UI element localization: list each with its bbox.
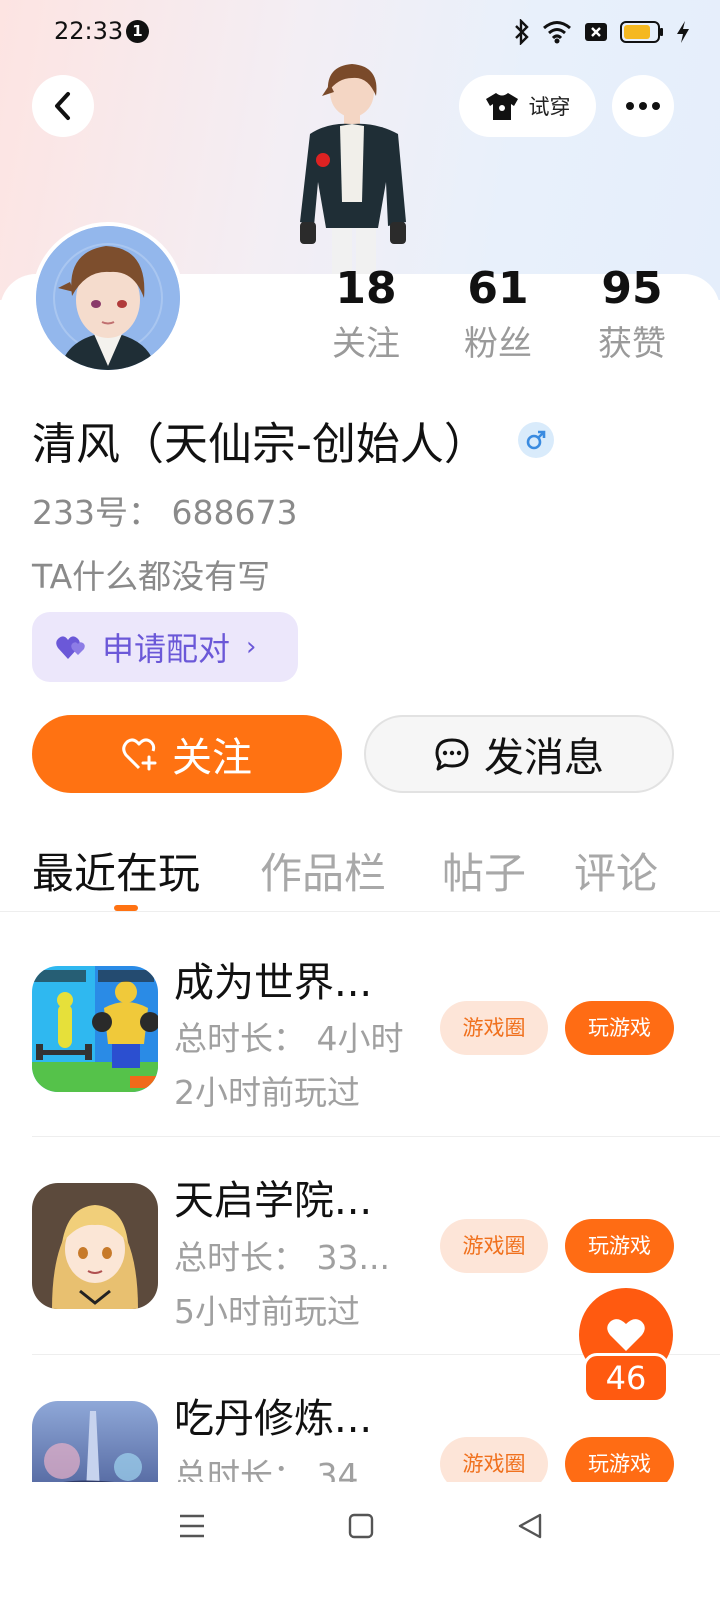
- sim-off-icon: [585, 23, 607, 41]
- send-message-label: 发消息: [484, 735, 604, 781]
- notification-count-badge: 1: [126, 20, 149, 43]
- more-button[interactable]: [612, 75, 674, 137]
- stat-following-value: 18: [335, 263, 397, 314]
- tab-comments[interactable]: 评论: [574, 840, 658, 901]
- stat-likes-value: 95: [601, 263, 663, 314]
- system-navigation-bar: [0, 1482, 720, 1600]
- male-icon: [517, 422, 554, 458]
- follow-button[interactable]: 关注: [32, 715, 342, 793]
- home-square-icon[interactable]: [341, 1506, 381, 1546]
- profile-screen: 22:33 1 试穿 18 关注 61 粉丝 95 获赞 清风（天仙宗-创始人）…: [0, 0, 720, 1600]
- charging-icon: [677, 21, 689, 43]
- stat-likes-label: 获赞: [598, 324, 666, 364]
- request-pair-label: 申请配对: [102, 630, 231, 668]
- chevron-right-icon: ›: [246, 632, 257, 662]
- avatar-image: [36, 226, 180, 370]
- game-total-time: 总时长： 33...: [174, 1238, 390, 1277]
- request-pair-button[interactable]: 申请配对 ›: [32, 612, 298, 682]
- battery-icon: [620, 21, 663, 43]
- game-title: 吃丹修炼...: [174, 1396, 373, 1442]
- follow-label: 关注: [172, 735, 252, 781]
- character-figure: [300, 64, 406, 274]
- stat-followers-label: 粉丝: [464, 324, 532, 364]
- game-total-time: 总时长： 4小时: [174, 1019, 404, 1058]
- tshirt-icon: [485, 93, 518, 120]
- game-icon: [32, 1401, 158, 1482]
- game-circle-button[interactable]: 游戏圈: [440, 1219, 548, 1273]
- more-dots-icon: [626, 102, 660, 110]
- stat-following-label: 关注: [332, 324, 400, 364]
- bluetooth-icon: [515, 19, 529, 45]
- game-total-time: 总时长： 34...: [174, 1456, 390, 1482]
- status-icons: [514, 18, 690, 46]
- chevron-left-icon: [55, 92, 70, 120]
- game-circle-button[interactable]: 游戏圈: [440, 1437, 548, 1482]
- play-game-button[interactable]: 玩游戏: [565, 1001, 674, 1055]
- send-message-button[interactable]: 发消息: [364, 715, 674, 793]
- user-bio: TA什么都没有写: [32, 557, 271, 596]
- play-game-button[interactable]: 玩游戏: [565, 1219, 674, 1273]
- stat-following[interactable]: 18 关注: [311, 262, 421, 366]
- profile-name: 清风（天仙宗-创始人）: [32, 419, 488, 470]
- back-button[interactable]: [32, 75, 94, 137]
- game-last-played: 5小时前玩过: [174, 1292, 360, 1331]
- game-circle-button[interactable]: 游戏圈: [440, 1001, 548, 1055]
- tab-recently-played[interactable]: 最近在玩: [32, 840, 200, 901]
- game-title: 成为世界...: [174, 960, 373, 1006]
- game-row[interactable]: 成为世界... 总时长： 4小时 2小时前玩过 游戏圈 玩游戏: [0, 912, 720, 1130]
- status-bar: 22:33 1: [0, 0, 720, 64]
- stat-followers-value: 61: [467, 263, 529, 314]
- game-icon: [32, 1183, 158, 1309]
- chat-bubble-icon: [435, 738, 469, 771]
- wifi-icon: [543, 21, 571, 44]
- stat-followers[interactable]: 61 粉丝: [443, 262, 553, 366]
- avatar[interactable]: [32, 222, 184, 374]
- stat-likes[interactable]: 95 获赞: [577, 262, 687, 366]
- user-id: 233号： 688673: [32, 493, 298, 532]
- like-count-badge: 46: [583, 1353, 669, 1403]
- game-title: 天启学院...: [174, 1178, 373, 1224]
- tab-works[interactable]: 作品栏: [260, 840, 386, 901]
- heart-plus-icon: [122, 738, 157, 771]
- hearts-icon: [56, 636, 85, 659]
- try-on-button[interactable]: 试穿: [459, 75, 596, 137]
- heart-icon: [607, 1319, 645, 1351]
- game-last-played: 2小时前玩过: [174, 1073, 360, 1112]
- menu-icon[interactable]: [172, 1506, 212, 1546]
- try-on-label: 试穿: [528, 95, 571, 119]
- tab-posts[interactable]: 帖子: [442, 840, 526, 901]
- profile-tabs: 最近在玩 作品栏 帖子 评论: [32, 840, 672, 900]
- status-time: 22:33: [54, 17, 124, 45]
- game-icon: [32, 966, 158, 1092]
- profile-name-row: 清风（天仙宗-创始人）: [32, 408, 554, 472]
- play-game-button[interactable]: 玩游戏: [565, 1437, 674, 1482]
- back-triangle-icon[interactable]: [510, 1506, 550, 1546]
